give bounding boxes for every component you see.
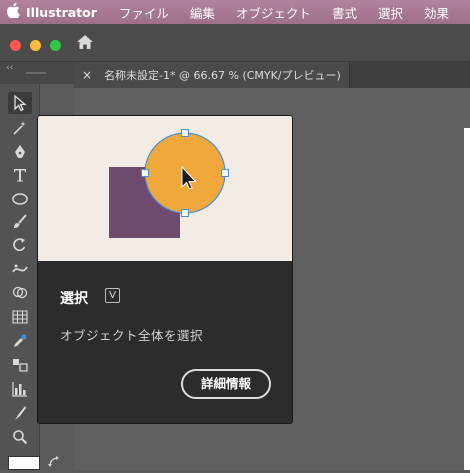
zoom-tool[interactable] xyxy=(8,426,32,448)
document-tab-bar: × 名称未設定-1* @ 66.67 % (CMYK/プレビュー) xyxy=(74,62,470,88)
pen-tool[interactable] xyxy=(8,141,32,163)
menu-object[interactable]: オブジェクト xyxy=(236,3,311,22)
type-tool[interactable] xyxy=(8,164,32,186)
close-window-button[interactable] xyxy=(10,40,21,51)
blend-icon xyxy=(13,359,28,372)
anchor-point-right xyxy=(221,169,229,177)
anchor-point-left xyxy=(141,169,149,177)
menu-type[interactable]: 書式 xyxy=(332,3,357,22)
grid-icon xyxy=(12,310,28,324)
apple-logo-icon[interactable] xyxy=(0,2,26,22)
slice-icon xyxy=(15,406,26,420)
magnifier-icon xyxy=(13,430,28,445)
learn-more-button[interactable]: 詳細情報 xyxy=(181,369,271,399)
graph-tool[interactable] xyxy=(8,378,32,400)
magic-wand-tool[interactable] xyxy=(8,117,32,139)
selection-demo-illustration xyxy=(109,129,229,238)
artboard[interactable] xyxy=(464,128,470,470)
minimize-window-button[interactable] xyxy=(30,40,41,51)
zoom-window-button[interactable] xyxy=(50,40,61,51)
rotate-icon xyxy=(13,238,26,251)
rotate-tool[interactable] xyxy=(8,234,32,256)
document-tab-title: 名称未設定-1* @ 66.67 % (CMYK/プレビュー) xyxy=(104,69,341,82)
width-tool[interactable] xyxy=(8,258,32,280)
menu-select[interactable]: 選択 xyxy=(378,3,403,22)
ellipse-tool[interactable] xyxy=(8,188,32,210)
collapse-panel-icon[interactable]: ‹‹ xyxy=(6,63,13,73)
tools-panel xyxy=(0,84,40,470)
home-icon[interactable] xyxy=(76,34,94,50)
bar-graph-icon xyxy=(12,382,27,397)
menu-effect[interactable]: 効果 xyxy=(424,3,449,22)
slice-tool[interactable] xyxy=(8,402,32,424)
menu-bar: Illustrator ファイル 編集 オブジェクト 書式 選択 効果 xyxy=(0,0,470,24)
brush-icon xyxy=(14,214,27,228)
pen-icon xyxy=(15,145,25,158)
magic-wand-icon xyxy=(13,121,26,135)
menu-file[interactable]: ファイル xyxy=(119,3,169,22)
tools-panel-header: ‹‹ xyxy=(0,62,74,84)
shape-builder-icon xyxy=(12,286,28,299)
perspective-grid-tool[interactable] xyxy=(8,306,32,328)
arrow-pointer-icon xyxy=(14,94,27,112)
paintbrush-tool[interactable] xyxy=(8,211,32,233)
menu-app-name[interactable]: Illustrator xyxy=(26,5,97,20)
close-tab-icon[interactable]: × xyxy=(82,68,92,82)
selection-tool[interactable] xyxy=(8,92,32,114)
shortcut-key-badge: V xyxy=(105,288,120,303)
tool-tooltip: 選択 V オブジェクト全体を選択 詳細情報 xyxy=(37,115,293,424)
panel-grip[interactable] xyxy=(26,72,46,74)
ellipse-icon xyxy=(12,193,28,205)
anchor-point-bottom xyxy=(181,209,189,217)
tooltip-title: 選択 xyxy=(60,291,88,307)
type-icon xyxy=(14,169,26,182)
eyedropper-tool[interactable] xyxy=(8,330,32,352)
document-tab[interactable]: × 名称未設定-1* @ 66.67 % (CMYK/プレビュー) xyxy=(74,62,350,88)
width-icon xyxy=(12,264,28,273)
fill-color-swatch[interactable] xyxy=(8,456,40,470)
blend-tool[interactable] xyxy=(8,354,32,376)
eyedropper-icon xyxy=(14,334,27,347)
tooltip-illustration xyxy=(38,116,292,261)
shape-builder-tool[interactable] xyxy=(8,282,32,304)
anchor-point-top xyxy=(181,129,189,137)
tooltip-description: オブジェクト全体を選択 xyxy=(60,328,204,343)
menu-edit[interactable]: 編集 xyxy=(190,3,215,22)
application-bar xyxy=(0,24,470,62)
swap-colors-icon[interactable] xyxy=(47,454,61,468)
